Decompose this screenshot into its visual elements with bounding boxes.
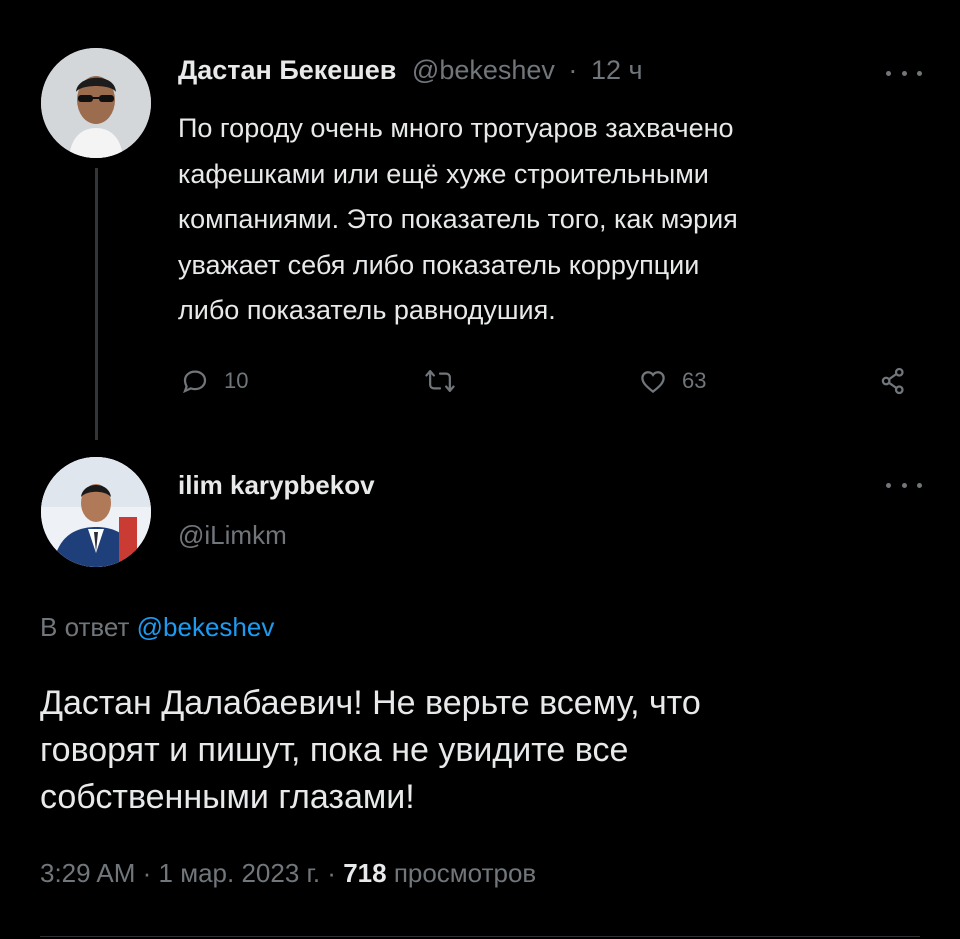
share-icon — [878, 366, 908, 396]
reply-text-line: собственными глазами! — [40, 778, 415, 816]
like-button[interactable]: 63 — [638, 363, 706, 399]
meta-separator: · — [142, 858, 159, 888]
reply-count: 10 — [224, 368, 249, 393]
author-name[interactable]: Дастан Бекешев — [178, 55, 396, 85]
reply-time[interactable]: 3:29 AM — [40, 858, 135, 888]
tweet-text-line: кафешками или ещё хуже строительными — [178, 158, 709, 189]
tweet-time[interactable]: 12 ч — [591, 55, 643, 85]
reply-date[interactable]: 1 мар. 2023 г. — [159, 858, 321, 888]
tweet-text: По городу очень много тротуаров захвачен… — [178, 106, 898, 334]
author-avatar[interactable] — [41, 48, 151, 158]
thread-connector-line — [95, 168, 98, 440]
retweet-icon — [424, 366, 456, 396]
reply-button[interactable]: 10 — [180, 363, 248, 399]
like-count: 63 — [682, 368, 707, 393]
more-icon[interactable] — [886, 480, 922, 490]
author-handle[interactable]: @bekeshev — [412, 55, 555, 85]
reply-icon — [180, 366, 210, 396]
tweet-text-line: компаниями. Это показатель того, как мэр… — [178, 204, 738, 234]
retweet-button[interactable] — [424, 363, 470, 399]
avatar-portrait-icon — [41, 457, 151, 567]
replying-to-handle[interactable]: @bekeshev — [137, 612, 275, 642]
reply-text-line: говорят и пишут, пока не увидите все — [40, 731, 629, 769]
more-icon[interactable] — [886, 68, 922, 78]
reply-text: Дастан Далабаевич! Не верьте всему, что … — [40, 680, 920, 821]
replying-to-prefix: В ответ — [40, 612, 130, 642]
views-count: 718 — [343, 858, 387, 888]
meta-separator: · — [327, 858, 344, 888]
like-icon — [638, 366, 668, 396]
tweet-text-line: По городу очень много тротуаров захвачен… — [178, 113, 734, 143]
divider — [40, 936, 920, 937]
reply-author-name[interactable]: ilim karypbekov — [178, 470, 375, 501]
header-separator: · — [568, 55, 578, 85]
replying-to: В ответ @bekeshev — [40, 612, 274, 643]
tweet-header: Дастан Бекешев @bekeshev · 12 ч — [178, 55, 643, 86]
reply-author-avatar[interactable] — [41, 457, 151, 567]
reply-meta: 3:29 AM · 1 мар. 2023 г. · 718 просмотро… — [40, 858, 536, 889]
tweet-text-line: либо показатель равнодушия. — [178, 295, 556, 325]
views-label: просмотров — [393, 858, 537, 888]
reply-text-line: Дастан Далабаевич! Не верьте всему, что — [40, 684, 701, 722]
reply-author-handle[interactable]: @iLimkm — [178, 520, 287, 551]
avatar-portrait-icon — [41, 48, 151, 158]
share-button[interactable] — [878, 363, 908, 399]
tweet-text-line: уважает себя либо показатель коррупции — [178, 249, 700, 280]
